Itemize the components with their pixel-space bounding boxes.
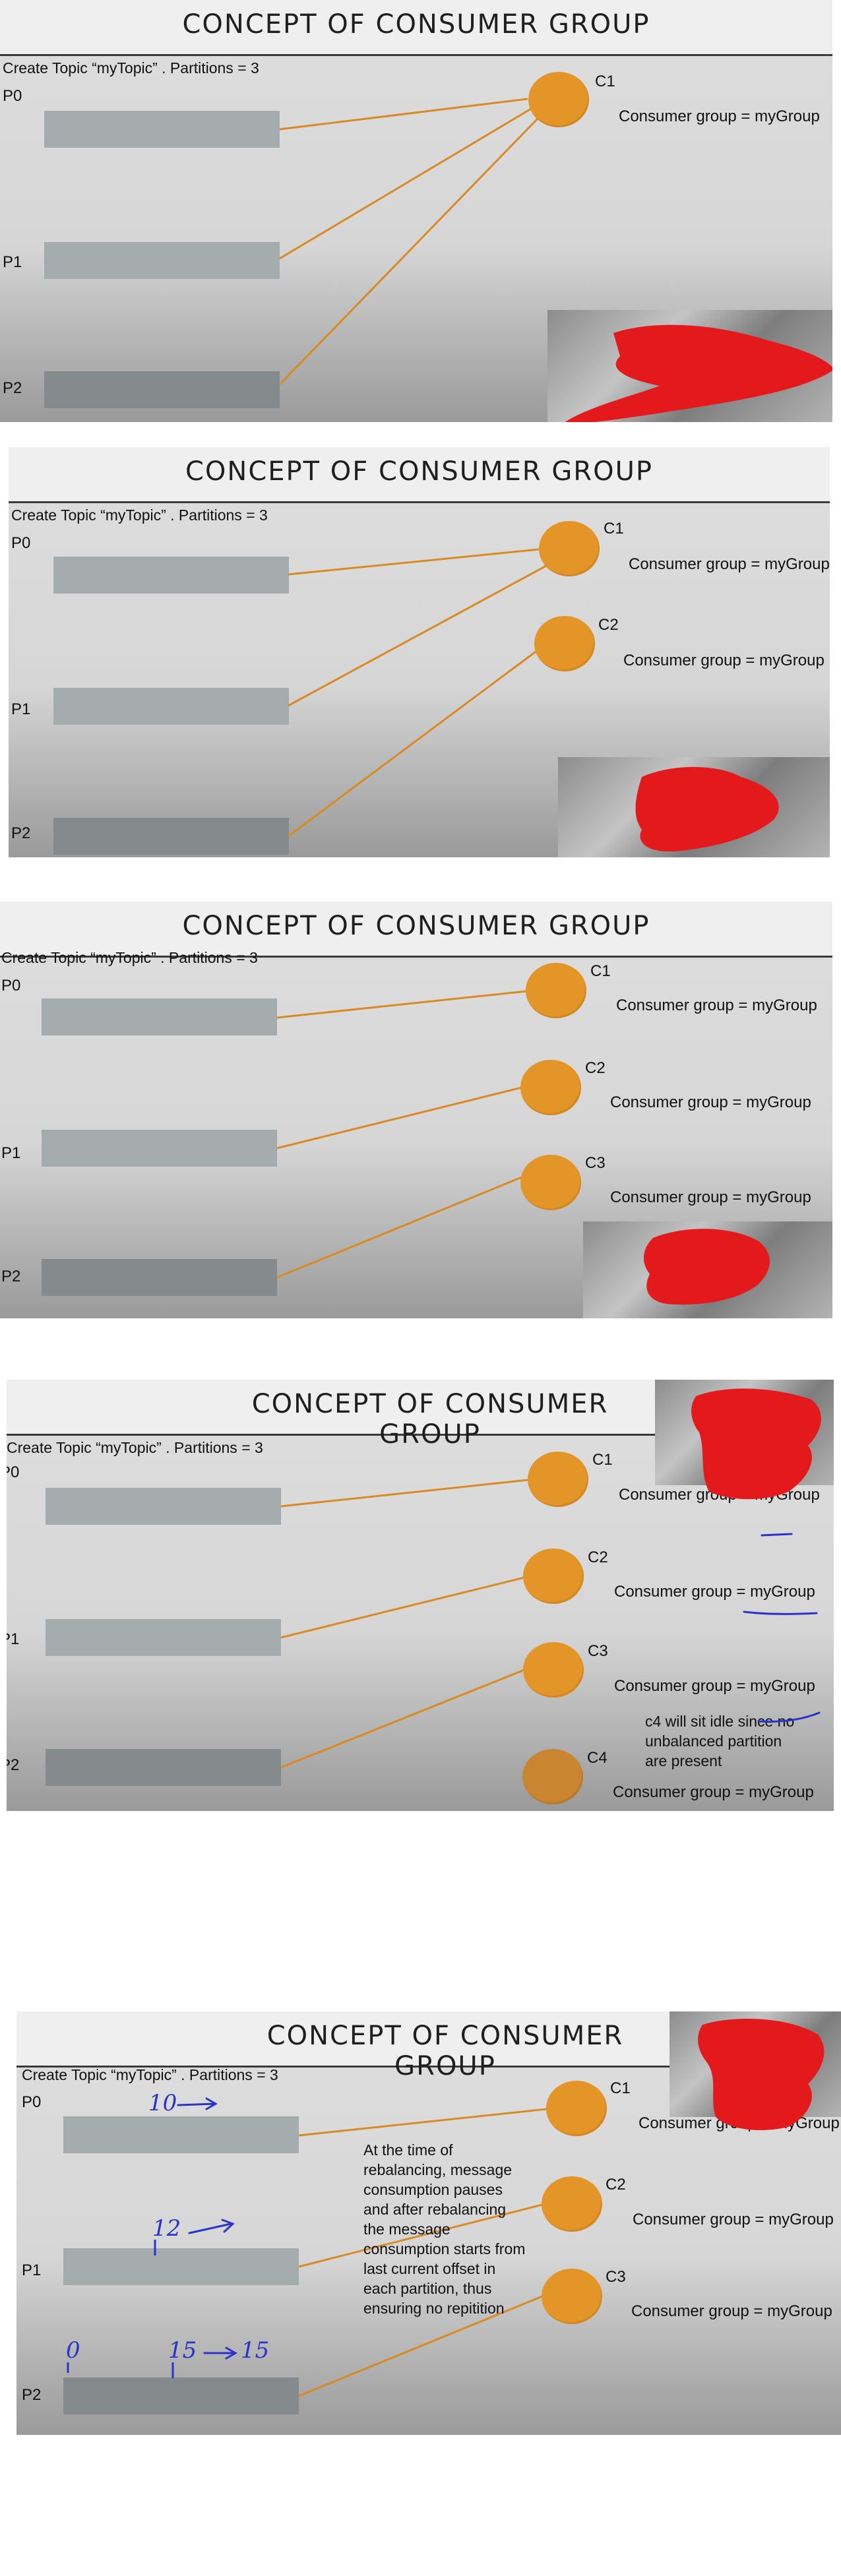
consumer-c3 — [520, 1155, 581, 1210]
video-thumbnail — [583, 1221, 832, 1318]
arrow-p1-c1 — [279, 107, 532, 260]
consumer-label-c2: C2 — [598, 616, 619, 634]
rebalancing-note: At the time of rebalancing, message cons… — [363, 2141, 526, 2317]
arrow-p2-c3 — [280, 1669, 525, 1769]
consumer-group-label-c1: Consumer group = myGroup — [639, 2114, 840, 2132]
arrow-p0-c1 — [276, 990, 527, 1019]
arrow-p2-c1 — [278, 117, 539, 386]
arrow-p0-c1 — [288, 548, 540, 576]
consumer-group-label-c3: Consumer group = myGroup — [631, 2302, 832, 2320]
consumer-c3 — [542, 2269, 602, 2324]
consumer-label-c1: C1 — [610, 2079, 631, 2097]
consumer-c1 — [546, 2081, 607, 2136]
consumer-group-label-c3: Consumer group = myGroup — [614, 1677, 815, 1695]
consumer-label-c1: C1 — [590, 962, 611, 980]
video-thumbnail — [655, 1380, 834, 1485]
consumer-label-c4: C4 — [587, 1749, 607, 1767]
video-thumbnail — [558, 757, 830, 857]
slide-2: CONCEPT OF CONSUMER GROUP Create Topic “… — [9, 447, 830, 857]
video-thumbnail — [547, 310, 832, 422]
arrow-p2-c3 — [276, 1176, 522, 1279]
slide-5: CONCEPT OF CONSUMER GROUP Create Topic “… — [16, 2011, 841, 2435]
consumer-label-c1: C1 — [592, 1451, 613, 1469]
arrow-p1-c2 — [276, 1086, 522, 1150]
slide-4: CONCEPT OF CONSUMER GROUP Create Topic “… — [7, 1380, 834, 1811]
video-thumbnail — [670, 2011, 841, 2117]
consumer-c2 — [520, 1060, 581, 1115]
consumer-group-label-c2: Consumer group = myGroup — [610, 1093, 811, 1111]
consumer-c1 — [528, 1452, 588, 1507]
consumer-label-c1: C1 — [595, 73, 615, 90]
consumer-label-c2: C2 — [606, 2176, 626, 2193]
consumer-c4 — [522, 1749, 583, 1804]
consumer-group-label-c2: Consumer group = myGroup — [633, 2211, 834, 2228]
consumer-group-label-c1: Consumer group = myGroup — [619, 107, 820, 125]
consumer-c2 — [534, 616, 595, 671]
consumer-c1 — [526, 963, 586, 1018]
arrow-p0-c1 — [280, 1479, 529, 1508]
consumer-group-label-c1: Consumer group = myGroup — [619, 1486, 820, 1504]
consumer-c2 — [523, 1549, 584, 1604]
slide-1: CONCEPT OF CONSUMER GROUP Create Topic “… — [0, 0, 832, 422]
consumer-group-label-c4: Consumer group = myGroup — [613, 1783, 814, 1801]
consumer-group-label-c1: Consumer group = myGroup — [629, 555, 830, 573]
consumer-label-c3: C3 — [606, 2268, 626, 2286]
arrow-p1-c1 — [288, 565, 547, 707]
arrow-p0-c1 — [279, 98, 528, 131]
consumer-label-c3: C3 — [588, 1642, 608, 1660]
consumer-c1 — [539, 521, 600, 576]
consumer-group-label-c3: Consumer group = myGroup — [610, 1188, 811, 1206]
consumer-c2 — [542, 2176, 602, 2232]
consumer-c3 — [523, 1642, 584, 1698]
slide-3: CONCEPT OF CONSUMER GROUP Create Topic “… — [0, 902, 832, 1318]
consumer-c1 — [528, 72, 589, 127]
consumer-group-label-c2: Consumer group = myGroup — [623, 652, 825, 669]
arrow-p0-c1 — [298, 2108, 547, 2137]
consumer-label-c2: C2 — [588, 1549, 608, 1566]
arrow-p2-c2 — [288, 647, 541, 838]
consumer-label-c1: C1 — [604, 520, 624, 537]
consumer-label-c3: C3 — [585, 1154, 606, 1172]
consumer-group-label-c1: Consumer group = myGroup — [616, 997, 817, 1014]
arrow-p1-c2 — [280, 1576, 525, 1639]
consumer-group-label-c2: Consumer group = myGroup — [614, 1583, 815, 1601]
idle-consumer-note: c4 will sit idle since no unbalanced par… — [645, 1713, 795, 1769]
consumer-label-c2: C2 — [585, 1059, 606, 1077]
